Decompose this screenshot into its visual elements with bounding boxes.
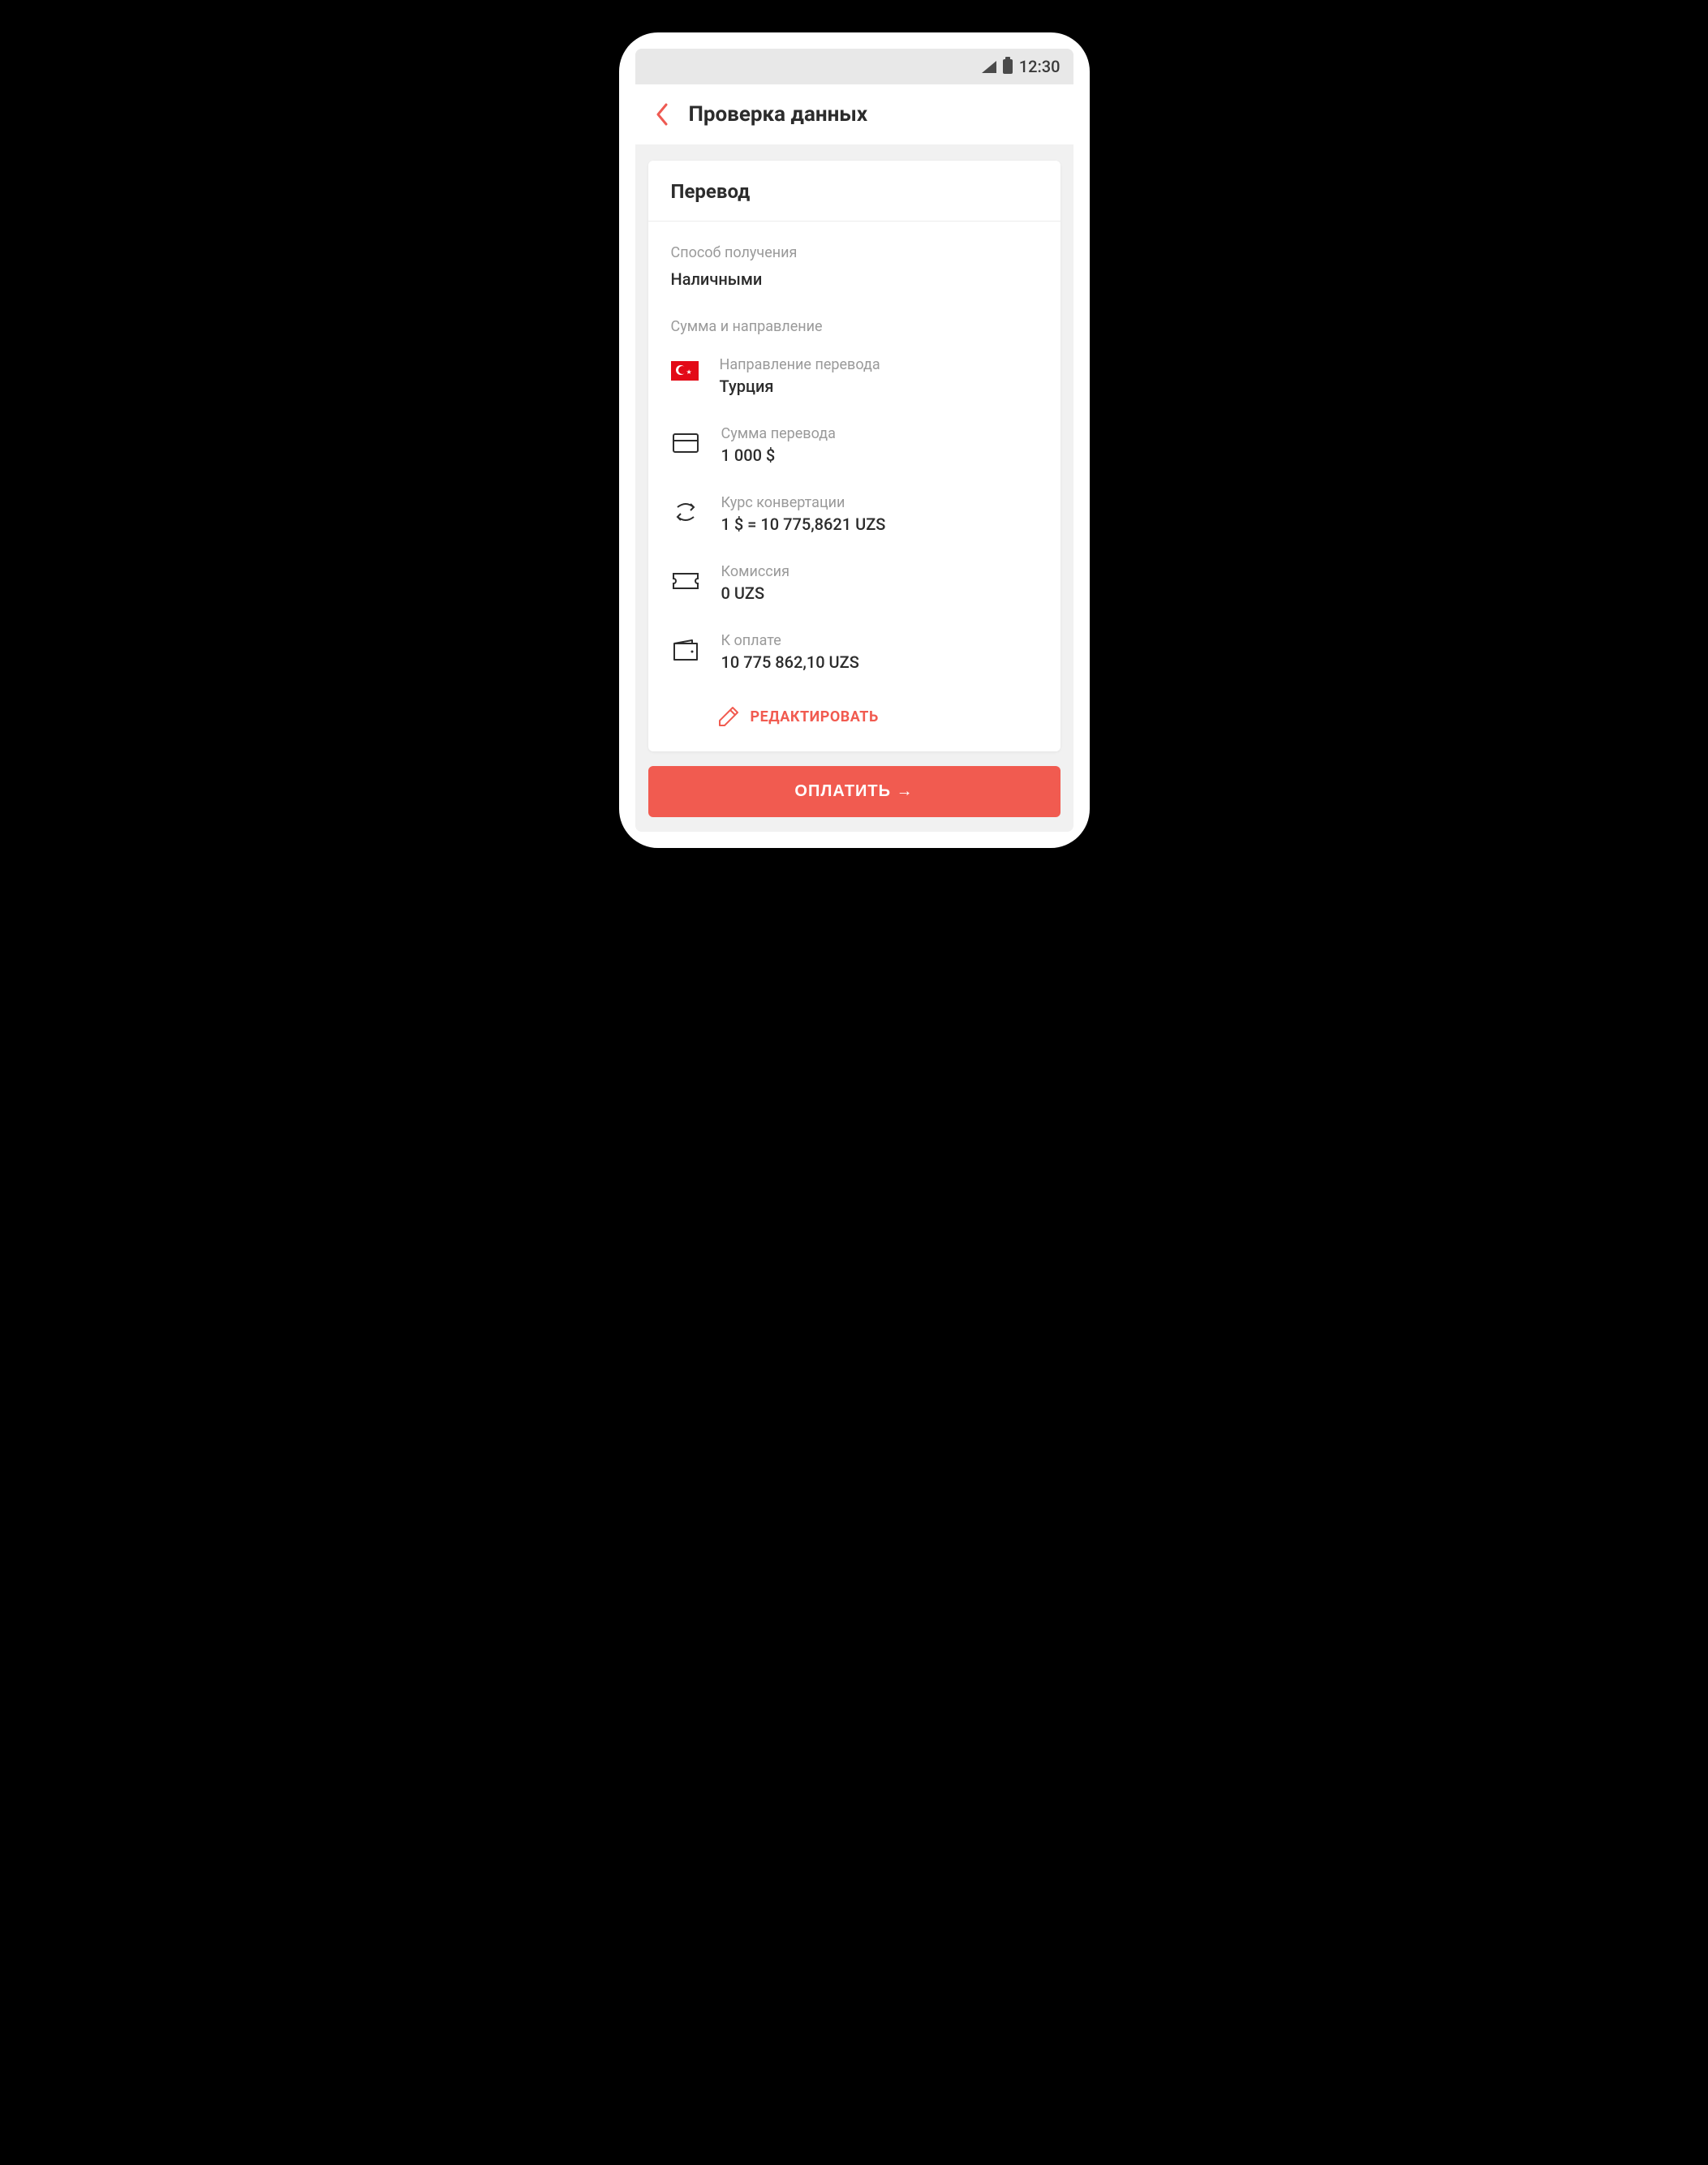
battery-icon [1003,59,1013,74]
edit-button[interactable]: РЕДАКТИРОВАТЬ [648,687,1061,743]
card-icon [671,428,700,458]
amount-section-label: Сумма и направление [648,289,1061,342]
receive-method-value: Наличными [671,269,1038,289]
pay-button[interactable]: ОПЛАТИТЬ → [648,766,1061,817]
amount-value: 1 000 $ [721,445,1038,465]
amount-row: Сумма перевода 1 000 $ [648,411,1061,480]
pencil-icon [718,706,739,727]
phone-frame: 12:30 Проверка данных Перевод Способ пол… [619,32,1090,848]
total-label: К оплате [721,632,1038,649]
exchange-icon [671,497,700,527]
page-title: Проверка данных [689,102,868,127]
receive-method-label: Способ получения [671,244,1038,261]
rate-value: 1 $ = 10 775,8621 UZS [721,514,1038,534]
edit-label: РЕДАКТИРОВАТЬ [751,708,879,725]
status-bar: 12:30 [635,49,1073,84]
status-time: 12:30 [1019,57,1061,76]
direction-label: Направление перевода [720,356,1038,373]
turkey-flag-icon: ★ [671,361,699,381]
signal-icon [982,61,996,73]
commission-label: Комиссия [721,563,1038,580]
rate-label: Курс конвертации [721,494,1038,511]
back-button[interactable] [655,102,669,127]
header: Проверка данных [635,84,1073,144]
transfer-card: Перевод Способ получения Наличными Сумма… [648,161,1061,751]
pay-label: ОПЛАТИТЬ → [794,782,913,801]
total-row: К оплате 10 775 862,10 UZS [648,618,1061,687]
receive-method-section: Способ получения Наличными [648,222,1061,289]
ticket-icon [671,566,700,596]
commission-row: Комиссия 0 UZS [648,549,1061,618]
direction-value: Турция [720,377,1038,396]
direction-row: ★ Направление перевода Турция [648,342,1061,411]
total-value: 10 775 862,10 UZS [721,652,1038,672]
wallet-icon [671,635,700,665]
chevron-left-icon [655,102,669,127]
card-title: Перевод [648,161,1061,222]
rate-row: Курс конвертации 1 $ = 10 775,8621 UZS [648,480,1061,549]
commission-value: 0 UZS [721,583,1038,603]
content: Перевод Способ получения Наличными Сумма… [635,144,1073,832]
screen: 12:30 Проверка данных Перевод Способ пол… [635,49,1073,832]
amount-label: Сумма перевода [721,425,1038,442]
